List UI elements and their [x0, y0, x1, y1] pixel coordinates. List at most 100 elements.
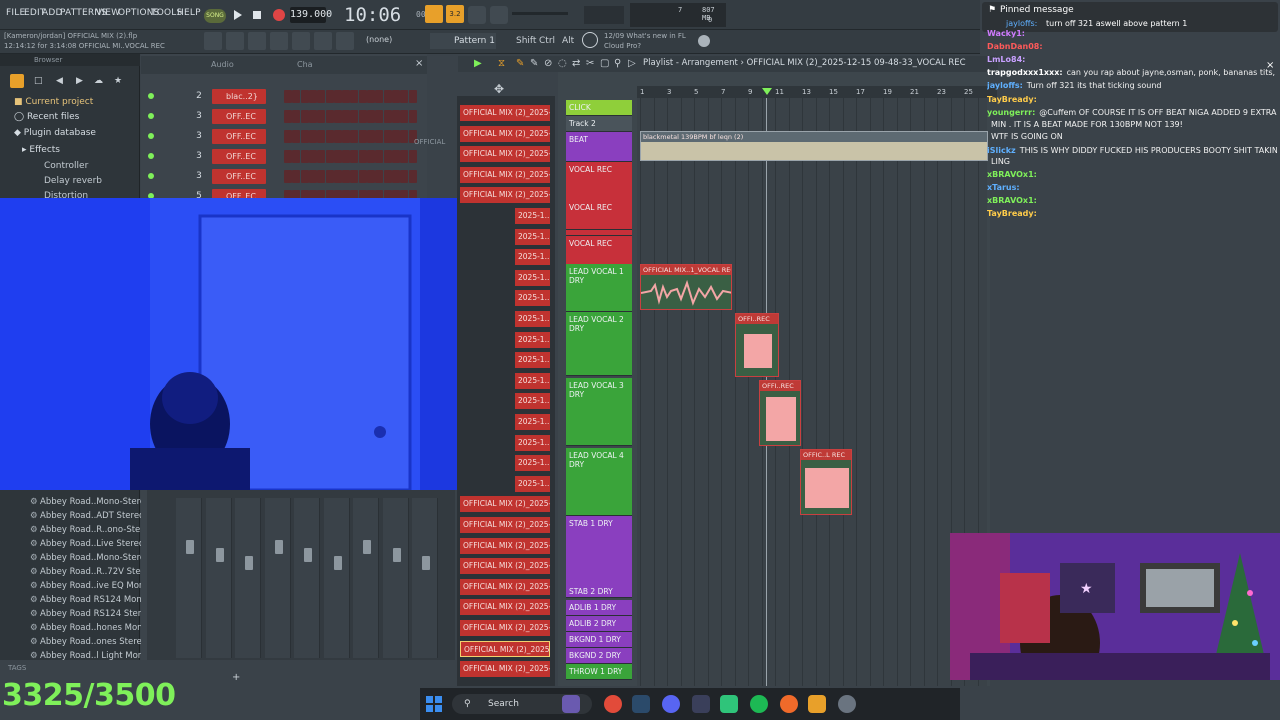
- track-header[interactable]: STAB 2 DRY: [566, 584, 632, 598]
- step-button[interactable]: [308, 90, 317, 103]
- back-icon[interactable]: ◀: [56, 76, 63, 86]
- channel-name-button[interactable]: OFF..EC: [212, 169, 266, 184]
- channel-rack-icon[interactable]: [248, 32, 266, 50]
- mixer-track[interactable]: [294, 498, 320, 658]
- browser-app-icon[interactable]: [780, 695, 798, 713]
- metronome-icon[interactable]: [425, 5, 443, 23]
- song-mode-toggle[interactable]: SONG: [204, 9, 226, 23]
- mixer-fader[interactable]: [274, 540, 283, 554]
- track-header[interactable]: Track 2: [566, 116, 632, 132]
- chrome-icon[interactable]: [604, 695, 622, 713]
- plugin-row[interactable]: ⚙ Abbey Road..R..ono-Stereo: [30, 523, 154, 537]
- move-icon[interactable]: ✥: [494, 82, 504, 96]
- pattern-item[interactable]: OFFICIAL MIX (2)_2025-1..: [460, 496, 550, 513]
- mixer-fader[interactable]: [245, 556, 253, 570]
- pattern-selector[interactable]: Pattern 1: [430, 33, 496, 49]
- menu-view[interactable]: VIEW: [96, 8, 120, 18]
- step-button[interactable]: [317, 110, 326, 123]
- step-button[interactable]: [350, 130, 359, 143]
- pattern-item[interactable]: 2025-1..: [515, 290, 550, 307]
- browser-row-recent-files[interactable]: ◯ Recent files: [0, 109, 140, 125]
- chat-username[interactable]: xBRAVOx1:: [987, 196, 1037, 205]
- channel-led[interactable]: [148, 153, 154, 159]
- plugin-row[interactable]: ⚙ Abbey Road RS124 Mono: [30, 593, 147, 607]
- messaging-icon[interactable]: [720, 695, 738, 713]
- step-button[interactable]: [383, 130, 392, 143]
- slip-icon[interactable]: ⇄: [572, 58, 580, 69]
- step-button[interactable]: [408, 90, 417, 103]
- step-button[interactable]: [367, 90, 375, 103]
- step-button[interactable]: [342, 150, 351, 163]
- select-icon[interactable]: ▢: [600, 58, 609, 69]
- chat-username[interactable]: Wacky1:: [987, 29, 1025, 38]
- clip-beat[interactable]: blackmetal 139BPM bf leqn (2): [640, 131, 988, 161]
- mixer-fader[interactable]: [215, 548, 224, 562]
- playlist-tracks-area[interactable]: [637, 98, 987, 686]
- step-button[interactable]: [400, 110, 409, 123]
- pattern-item[interactable]: 2025-1..: [515, 311, 550, 327]
- file-icon[interactable]: □: [34, 76, 43, 86]
- channel-name-button[interactable]: OFF..EC: [212, 129, 266, 144]
- chat-username[interactable]: TayBready:: [987, 209, 1037, 218]
- channel-mixer-track[interactable]: 3: [192, 169, 206, 184]
- slice-icon[interactable]: ✂: [586, 58, 594, 69]
- step-button[interactable]: [317, 130, 326, 143]
- track-header[interactable]: STAB 1 DRY: [566, 516, 632, 586]
- step-button[interactable]: [400, 90, 409, 103]
- step-button[interactable]: [284, 170, 292, 183]
- zoom-icon[interactable]: ⚲: [614, 58, 621, 69]
- mixer-track[interactable]: [382, 498, 409, 658]
- channel-row[interactable]: 3 OFF..EC: [144, 128, 424, 146]
- news-panel[interactable]: 12/09 What's new in FL Cloud Pro?: [604, 31, 686, 51]
- track-header[interactable]: ADLIB 2 DRY: [566, 616, 632, 632]
- step-button[interactable]: [391, 110, 400, 123]
- step-button[interactable]: [400, 150, 409, 163]
- step-button[interactable]: [350, 110, 359, 123]
- step-button[interactable]: [292, 130, 301, 143]
- step-button[interactable]: [342, 90, 351, 103]
- pattern-item[interactable]: 2025-1..: [515, 455, 550, 472]
- step-button[interactable]: [375, 90, 384, 103]
- step-button[interactable]: [375, 110, 384, 123]
- mixer-track[interactable]: [264, 498, 291, 658]
- step-button[interactable]: [325, 110, 334, 123]
- step-button[interactable]: [292, 110, 301, 123]
- widget-icon[interactable]: [562, 695, 580, 713]
- step-button[interactable]: [408, 150, 417, 163]
- step-button[interactable]: [292, 170, 301, 183]
- channel-row[interactable]: 3 OFF..EC: [144, 148, 424, 166]
- channel-name-button[interactable]: blac..2}: [212, 89, 266, 104]
- pattern-item[interactable]: 2025-1..: [515, 372, 550, 389]
- pattern-item[interactable]: OFFICIAL MIX (2)_2025-1..: [460, 661, 550, 678]
- download-icon[interactable]: [698, 35, 710, 47]
- playlist-window-icon[interactable]: [204, 32, 222, 50]
- step-button[interactable]: [308, 150, 317, 163]
- channel-row[interactable]: 3 OFF..EC: [144, 168, 424, 186]
- plugin-row[interactable]: ⚙ Abbey Road..ive EQ Mono: [30, 579, 150, 593]
- pencil-icon[interactable]: ✎: [516, 58, 524, 69]
- menu-file[interactable]: FILE: [6, 8, 25, 18]
- step-button[interactable]: [400, 170, 409, 183]
- track-header[interactable]: VOCAL REC: [566, 236, 632, 266]
- step-button[interactable]: [325, 170, 334, 183]
- plugin-row[interactable]: ⚙ Abbey Road..hones Mono: [30, 621, 148, 635]
- pattern-item[interactable]: OFFICIAL MIX (2)_2025-1..: [460, 187, 550, 204]
- mixer-fader[interactable]: [363, 540, 371, 554]
- pattern-item[interactable]: OFFICIAL MIX (2)_2025-1..: [460, 166, 550, 183]
- step-button[interactable]: [383, 170, 392, 183]
- track-header[interactable]: BKGND 2 DRY: [566, 648, 632, 664]
- mixer-track[interactable]: [235, 498, 261, 658]
- chat-username[interactable]: xTarus:: [987, 183, 1020, 192]
- step-button[interactable]: [383, 110, 392, 123]
- forward-icon[interactable]: ▶: [76, 76, 83, 86]
- clip-lead-vocal-3[interactable]: OFFI..REC: [759, 380, 801, 446]
- snap-select[interactable]: (none): [366, 35, 392, 44]
- channel-name-button[interactable]: OFF..EC: [212, 109, 266, 124]
- mixer-icon[interactable]: [270, 32, 288, 50]
- track-header[interactable]: LEAD VOCAL 3 DRY: [566, 378, 632, 446]
- close-icon[interactable]: ×: [415, 58, 423, 69]
- settings-icon[interactable]: [838, 695, 856, 713]
- step-button[interactable]: [408, 170, 417, 183]
- fl-studio-icon[interactable]: [808, 695, 826, 713]
- step-button[interactable]: [358, 150, 367, 163]
